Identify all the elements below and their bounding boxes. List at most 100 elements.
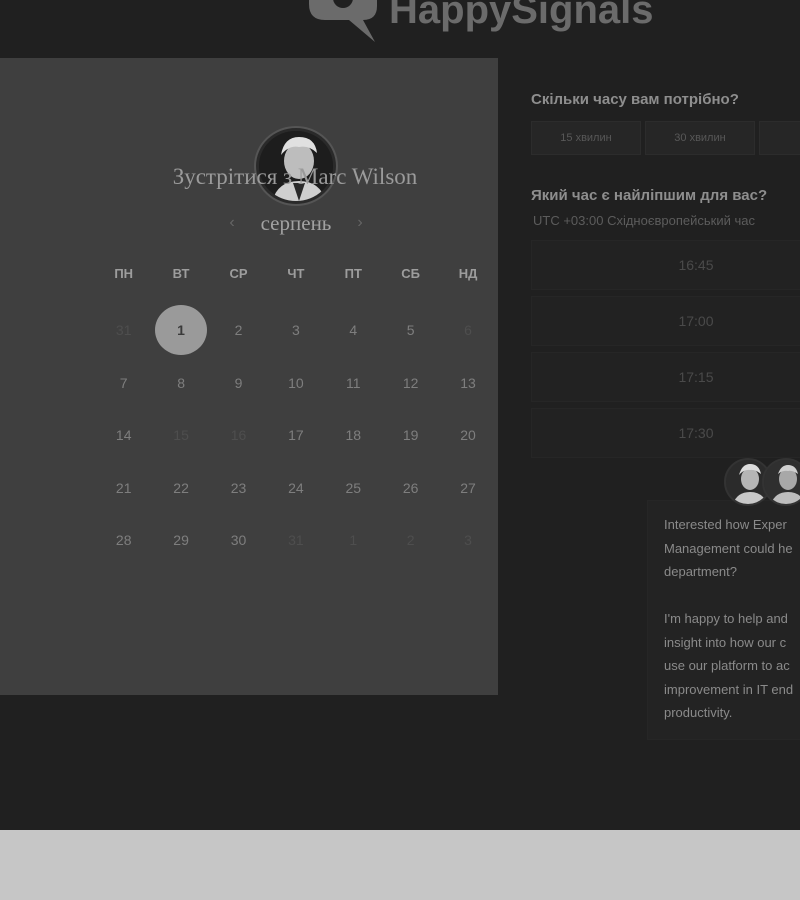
calendar-day-number: 12 (402, 374, 419, 391)
calendar-grid: 31 1 2 3 4 5 6 7 8 9 10 11 12 13 14 15 16 17 18 19 20 21 22 23 2… (95, 304, 497, 567)
page: HappySignals Зустрітися з Marc Wilson ‹ … (0, 0, 800, 830)
calendar-day[interactable]: 26 (382, 462, 439, 515)
calendar-day[interactable]: 10 (267, 357, 324, 410)
chat-line: improvement in IT end (664, 681, 794, 697)
chat-message: Interested how Exper Management could he d… (664, 513, 800, 748)
duration-options: 15 хвилин30 хвилин1 г (531, 121, 800, 155)
calendar-day-number: 26 (402, 479, 419, 496)
calendar-day-number: 19 (402, 427, 419, 444)
calendar-day-number: 1 (155, 305, 208, 356)
calendar-day-number: 9 (234, 374, 243, 391)
calendar-day: 16 (210, 409, 267, 462)
calendar-day-number: 22 (173, 479, 189, 496)
calendar-day[interactable]: 7 (95, 357, 152, 410)
calendar-day-number: 8 (177, 374, 185, 391)
calendar-day: 2 (382, 514, 439, 567)
calendar-day-number: 31 (288, 532, 304, 549)
meeting-title: Зустрітися з Marc Wilson (172, 164, 418, 189)
month-label: серпень (260, 210, 332, 235)
calendar-day: 31 (95, 304, 152, 357)
calendar-day-number: 18 (345, 427, 362, 444)
bottom-band (0, 830, 800, 900)
calendar-day-number: 23 (230, 479, 247, 496)
weekday-label: ПН (114, 266, 134, 281)
calendar-day[interactable]: 13 (439, 357, 496, 410)
chevron-left-icon[interactable]: ‹ (222, 214, 242, 232)
calendar-day: 6 (439, 304, 496, 357)
calendar-day-number: 24 (288, 479, 304, 496)
time-slot-button[interactable]: 16:45 (531, 240, 800, 290)
calendar-day-number: 20 (460, 427, 476, 444)
time-slot-button[interactable]: 17:15 (531, 352, 800, 402)
speech-bubble-logo-icon (305, 0, 379, 42)
time-slot-button[interactable]: 17:30 (531, 408, 800, 458)
calendar-day-number: 11 (345, 374, 361, 391)
weekday-label: ПТ (344, 266, 362, 281)
calendar-day[interactable]: 17 (267, 409, 324, 462)
chat-line: productivity. (664, 705, 733, 720)
chat-avatar (762, 458, 800, 506)
chat-line: I'm happy to help and (664, 611, 788, 626)
calendar-day[interactable]: 23 (210, 462, 267, 515)
weekday-label: ВТ (172, 266, 190, 281)
calendar-day-number: 2 (406, 532, 415, 549)
calendar-day[interactable]: 25 (325, 462, 382, 515)
chevron-right-icon[interactable]: › (350, 214, 370, 232)
chat-line: department? (664, 564, 737, 579)
calendar-day[interactable]: 28 (95, 514, 152, 567)
calendar-day[interactable]: 18 (325, 409, 382, 462)
brand-name: HappySignals (389, 0, 654, 32)
calendar-day-number: 6 (464, 322, 472, 339)
chat-line: Interested how Exper (664, 517, 787, 532)
time-slot-button[interactable]: 17:00 (531, 296, 800, 346)
calendar-day[interactable]: 29 (152, 514, 209, 567)
calendar-day-number: 2 (234, 322, 243, 339)
calendar-day[interactable]: 19 (382, 409, 439, 462)
calendar-day[interactable]: 12 (382, 357, 439, 410)
chat-popup[interactable]: Interested how Exper Management could he d… (647, 500, 800, 740)
duration-question: Скільки часу вам потрібно? (531, 91, 739, 108)
weekday-header: ПН ВТ СР ЧТ ПТ СБ НД (95, 266, 497, 286)
calendar-day-number: 13 (460, 374, 476, 391)
calendar-day[interactable]: 2 (210, 304, 267, 357)
calendar-day[interactable]: 30 (210, 514, 267, 567)
brand-logo: HappySignals (305, 0, 654, 42)
duration-option-button[interactable]: 1 г (759, 121, 800, 155)
time-question: Який час є найліпшим для вас? (531, 187, 768, 204)
calendar-day-number: 3 (464, 532, 472, 549)
calendar-day-number: 31 (115, 322, 132, 339)
calendar-day[interactable]: 21 (95, 462, 152, 515)
calendar-day-number: 21 (115, 479, 132, 496)
calendar-day[interactable]: 3 (267, 304, 324, 357)
calendar-day-number: 30 (230, 532, 247, 549)
month-navigator: ‹ серпень › (222, 210, 370, 236)
calendar-day[interactable]: 5 (382, 304, 439, 357)
calendar-day[interactable]: 8 (152, 357, 209, 410)
calendar-day[interactable]: 24 (267, 462, 324, 515)
chat-paragraph-2: I'm happy to help and insight into how ou… (664, 607, 800, 725)
weekday-label: ЧТ (287, 266, 305, 281)
calendar-day[interactable]: 4 (325, 304, 382, 357)
duration-option-button[interactable]: 15 хвилин (531, 121, 641, 155)
calendar-day-number: 1 (349, 532, 358, 549)
calendar-day-number: 17 (288, 427, 304, 444)
calendar-day[interactable]: 11 (325, 357, 382, 410)
calendar-day-number: 4 (349, 322, 358, 339)
calendar-day: 1 (325, 514, 382, 567)
calendar-day[interactable]: 22 (152, 462, 209, 515)
duration-option-button[interactable]: 30 хвилин (645, 121, 755, 155)
chat-paragraph-1: Interested how Exper Management could he d… (664, 513, 800, 584)
calendar-day-number: 5 (406, 322, 415, 339)
calendar-day[interactable]: 9 (210, 357, 267, 410)
timezone-label[interactable]: UTC +03:00 Східноєвропейський час (533, 213, 755, 228)
calendar-day[interactable]: 14 (95, 409, 152, 462)
calendar-day: 31 (267, 514, 324, 567)
chat-line: insight into how our c (664, 634, 787, 650)
calendar-day-number: 10 (288, 374, 304, 391)
calendar-day[interactable]: 27 (439, 462, 496, 515)
calendar-day-number: 25 (345, 479, 362, 496)
calendar-day[interactable]: 20 (439, 409, 496, 462)
calendar-day: 3 (439, 514, 496, 567)
calendar-day-selected[interactable]: 1 (152, 304, 209, 357)
calendar-day-number: 7 (119, 374, 128, 391)
